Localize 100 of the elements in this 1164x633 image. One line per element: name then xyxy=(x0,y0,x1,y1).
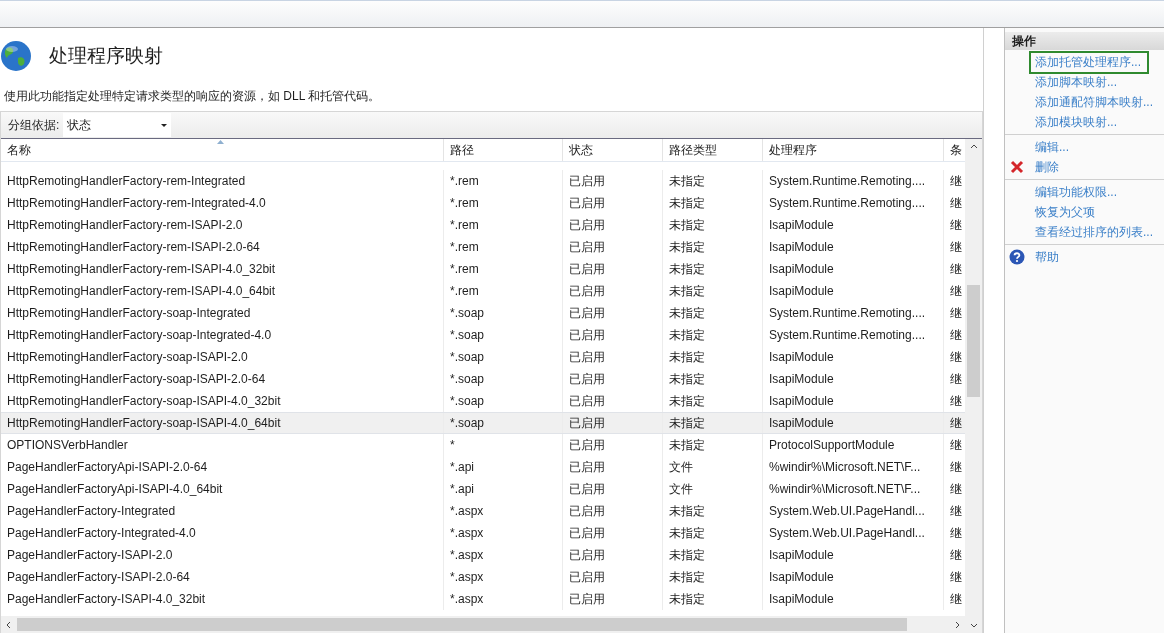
table-cell: 未指定 xyxy=(669,548,705,562)
table-cell: 未指定 xyxy=(669,240,705,254)
table-cell: 已启用 xyxy=(569,438,605,452)
table-cell: 继 xyxy=(950,306,962,320)
scrollbar-thumb[interactable] xyxy=(17,618,907,631)
table-cell: 文件 xyxy=(669,460,693,474)
table-cell: PageHandlerFactoryApi-ISAPI-4.0_64bit xyxy=(7,482,223,496)
table-cell: *.soap xyxy=(450,372,485,386)
table-cell: 继 xyxy=(950,482,962,496)
table-cell: *.aspx xyxy=(450,548,484,562)
table-cell: 未指定 xyxy=(669,372,705,386)
table-row[interactable]: PageHandlerFactory-ISAPI-2.0-64 *.aspx 已启用 未指定 IsapiModule 继 xyxy=(1,566,965,588)
table-cell: *.rem xyxy=(450,284,479,298)
table-row[interactable]: PageHandlerFactory-ISAPI-2.0 *.aspx 已启用 未指定 IsapiModule 继 xyxy=(1,544,965,566)
table-row[interactable]: HttpRemotingHandlerFactory-rem-Integrated-4.0 *.rem 已启用 未指定 System.Runtime.Remoting.... 继 xyxy=(1,192,965,214)
table-row[interactable]: HttpRemotingHandlerFactory-rem-Integrated *.rem 已启用 未指定 System.Runtime.Remoting.... 继 xyxy=(1,170,965,192)
column-header[interactable]: 状态 xyxy=(563,139,663,161)
table-cell: HttpRemotingHandlerFactory-soap-ISAPI-2.0-64 xyxy=(7,372,266,386)
scrollbar-thumb[interactable] xyxy=(967,285,980,397)
table-row[interactable]: HttpRemotingHandlerFactory-soap-ISAPI-2.0 *.soap 已启用 未指定 IsapiModule 继 xyxy=(1,346,965,368)
table-cell: HttpRemotingHandlerFactory-soap-Integrated-4.0 xyxy=(7,328,272,342)
table-cell: 继 xyxy=(950,526,962,540)
table-cell: 继 xyxy=(950,548,962,562)
table-cell: 已启用 xyxy=(569,284,605,298)
table-cell: PageHandlerFactory-Integrated xyxy=(7,504,176,518)
table-cell: HttpRemotingHandlerFactory-rem-ISAPI-2.0 xyxy=(7,218,243,232)
table-cell: HttpRemotingHandlerFactory-rem-Integrated xyxy=(7,174,246,188)
table-cell: 继 xyxy=(950,372,962,386)
action-link[interactable]: 添加托管处理程序... xyxy=(1029,50,1149,74)
table-cell: IsapiModule xyxy=(769,218,834,232)
table-cell: 已启用 xyxy=(569,394,605,408)
table-cell: IsapiModule xyxy=(769,350,834,364)
table-cell: 文件 xyxy=(669,482,693,496)
table-cell: System.Runtime.Remoting.... xyxy=(769,196,926,210)
table-cell: IsapiModule xyxy=(769,372,834,386)
scroll-left-icon[interactable] xyxy=(5,620,13,629)
table-cell: *.api xyxy=(450,460,475,474)
table-cell: 继 xyxy=(950,394,962,408)
table-row[interactable]: HttpRemotingHandlerFactory-rem-ISAPI-4.0_64bit *.rem 已启用 未指定 IsapiModule 继 xyxy=(1,280,965,302)
action-link[interactable]: 帮助 xyxy=(1029,245,1065,269)
table-cell: 未指定 xyxy=(669,592,705,606)
table-cell: System.Runtime.Remoting.... xyxy=(769,306,926,320)
table-cell: 未指定 xyxy=(669,504,705,518)
table-cell: %windir%\Microsoft.NET\F... xyxy=(769,482,921,496)
table-cell: IsapiModule xyxy=(769,240,834,254)
table-cell: HttpRemotingHandlerFactory-soap-Integrated xyxy=(7,306,251,320)
table-cell: 已启用 xyxy=(569,218,605,232)
table-cell: 继 xyxy=(950,284,962,298)
column-header[interactable]: 路径类型 xyxy=(663,139,763,161)
table-cell: %windir%\Microsoft.NET\F... xyxy=(769,460,921,474)
table-cell: * xyxy=(450,438,455,452)
table-cell: 未指定 xyxy=(669,306,705,320)
table-row[interactable]: HttpRemotingHandlerFactory-rem-ISAPI-2.0-64 *.rem 已启用 未指定 IsapiModule 继 xyxy=(1,236,965,258)
table-cell: 已启用 xyxy=(569,306,605,320)
table-cell: System.Runtime.Remoting.... xyxy=(769,174,926,188)
table-row[interactable]: HttpRemotingHandlerFactory-soap-Integrated *.soap 已启用 未指定 System.Runtime.Remoting.... 继 xyxy=(1,302,965,324)
table-row[interactable]: PageHandlerFactoryApi-ISAPI-4.0_64bit *.api 已启用 文件 %windir%\Microsoft.NET\F... 继 xyxy=(1,478,965,500)
table-cell: 继 xyxy=(950,592,962,606)
table-row[interactable]: HttpRemotingHandlerFactory-soap-ISAPI-4.0_64bit *.soap 已启用 未指定 IsapiModule 继 xyxy=(1,412,965,434)
table-cell: 已启用 xyxy=(569,350,605,364)
table-row[interactable]: OPTIONSVerbHandler * 已启用 未指定 ProtocolSupportModule 继 xyxy=(1,434,965,456)
table-row[interactable]: HttpRemotingHandlerFactory-soap-ISAPI-2.0-64 *.soap 已启用 未指定 IsapiModule 继 xyxy=(1,368,965,390)
table-cell: 已启用 xyxy=(569,240,605,254)
table-cell: HttpRemotingHandlerFactory-rem-Integrated-4.0 xyxy=(7,196,266,210)
table-row[interactable]: HttpRemotingHandlerFactory-rem-ISAPI-2.0 *.rem 已启用 未指定 IsapiModule 继 xyxy=(1,214,965,236)
table-cell: *.soap xyxy=(450,350,485,364)
table-row[interactable]: PageHandlerFactory-ISAPI-4.0_32bit *.aspx 已启用 未指定 IsapiModule 继 xyxy=(1,588,965,610)
column-header[interactable]: 路径 xyxy=(444,139,563,161)
table-row[interactable]: PageHandlerFactory-Integrated *.aspx 已启用 未指定 System.Web.UI.PageHandl... 继 xyxy=(1,500,965,522)
group-by-dropdown[interactable]: 状态 xyxy=(63,113,172,137)
table-cell: PageHandlerFactory-ISAPI-2.0-64 xyxy=(7,570,190,584)
scroll-down-icon[interactable] xyxy=(969,621,978,629)
table-cell: 继 xyxy=(950,438,962,452)
scroll-up-icon[interactable] xyxy=(969,143,978,151)
table-cell: *.soap xyxy=(450,394,485,408)
delete-icon xyxy=(1010,160,1024,174)
table-cell: 已启用 xyxy=(569,372,605,386)
table-cell: 继 xyxy=(950,174,962,188)
table-cell: *.aspx xyxy=(450,504,484,518)
table-cell: 未指定 xyxy=(669,218,705,232)
table-cell: *.soap xyxy=(450,328,485,342)
column-header[interactable]: 处理程序 xyxy=(763,139,944,161)
table-cell: 未指定 xyxy=(669,526,705,540)
table-cell: 未指定 xyxy=(669,416,705,430)
table-cell: IsapiModule xyxy=(769,394,834,408)
table-cell: 已启用 xyxy=(569,262,605,276)
table-cell: 未指定 xyxy=(669,328,705,342)
table-row[interactable]: PageHandlerFactory-Integrated-4.0 *.aspx 已启用 未指定 System.Web.UI.PageHandl... 继 xyxy=(1,522,965,544)
table-cell: IsapiModule xyxy=(769,570,834,584)
table-row[interactable]: PageHandlerFactoryApi-ISAPI-2.0-64 *.api 已启用 文件 %windir%\Microsoft.NET\F... 继 xyxy=(1,456,965,478)
table-row[interactable]: HttpRemotingHandlerFactory-rem-ISAPI-4.0_32bit *.rem 已启用 未指定 IsapiModule 继 xyxy=(1,258,965,280)
table-row[interactable]: HttpRemotingHandlerFactory-soap-Integrated-4.0 *.soap 已启用 未指定 System.Runtime.Remoting.... 继 xyxy=(1,324,965,346)
table-cell: 未指定 xyxy=(669,394,705,408)
table-cell: 已启用 xyxy=(569,482,605,496)
table-cell: *.api xyxy=(450,482,475,496)
table-cell: 已启用 xyxy=(569,548,605,562)
table-cell: 未指定 xyxy=(669,438,705,452)
table-cell: ProtocolSupportModule xyxy=(769,438,895,452)
scroll-right-icon[interactable] xyxy=(953,620,961,629)
column-header[interactable]: 条 xyxy=(944,139,966,161)
